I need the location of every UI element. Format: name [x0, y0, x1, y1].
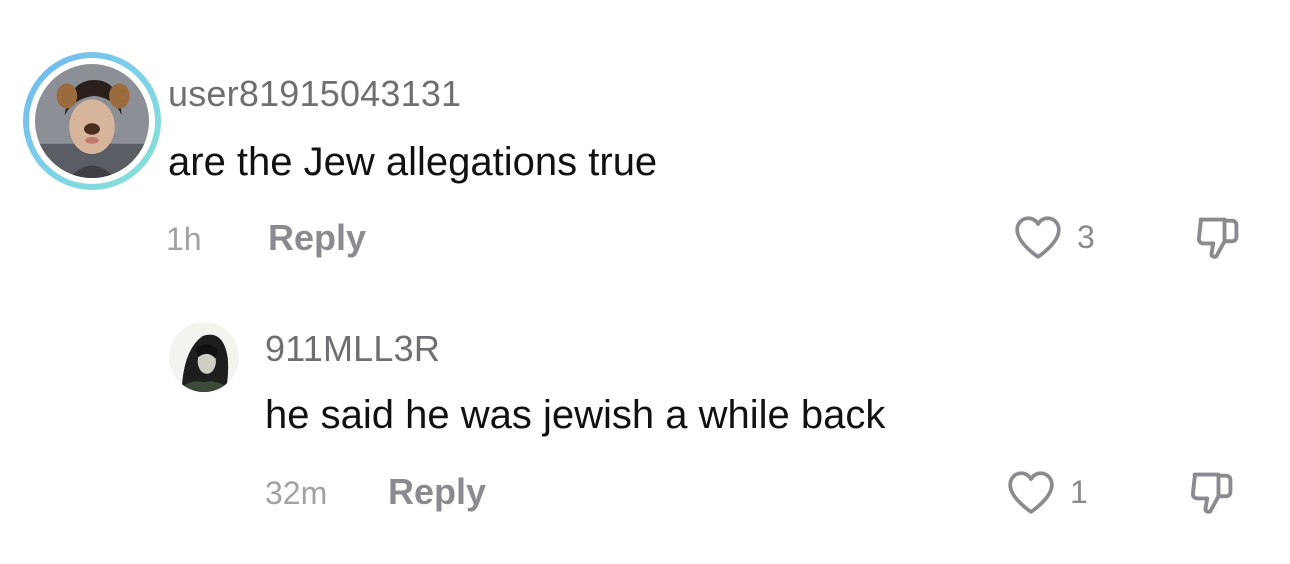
reply-username[interactable]: 911MLL3R	[265, 328, 440, 370]
thumbs-down-icon	[1196, 217, 1239, 259]
reply-button[interactable]: Reply	[268, 217, 366, 259]
reply-button[interactable]: Reply	[388, 471, 486, 513]
reply-timestamp: 32m	[265, 475, 328, 511]
dislike-button[interactable]	[1192, 212, 1244, 264]
like-button[interactable]: 1	[1006, 469, 1088, 515]
comment-timestamp: 1h	[166, 221, 202, 257]
like-button[interactable]: 3	[1013, 214, 1095, 260]
avatar-image	[35, 64, 149, 178]
comment-username[interactable]: user81915043131	[168, 73, 461, 115]
thumbs-down-icon	[1190, 472, 1233, 514]
avatar-image	[169, 322, 239, 392]
dislike-button[interactable]	[1186, 467, 1238, 519]
avatar[interactable]	[35, 64, 149, 178]
heart-outline-icon	[1008, 471, 1054, 514]
comment-text: are the Jew allegations true	[168, 140, 658, 184]
reply-item: 911MLL3R he said he was jewish a while b…	[0, 280, 1290, 564]
like-count: 1	[1070, 473, 1088, 510]
avatar[interactable]	[169, 322, 239, 392]
like-count: 3	[1077, 218, 1095, 255]
comment-item: user81915043131 are the Jew allegations …	[0, 0, 1290, 280]
heart-outline-icon	[1015, 216, 1061, 259]
reply-text: he said he was jewish a while back	[265, 393, 886, 437]
